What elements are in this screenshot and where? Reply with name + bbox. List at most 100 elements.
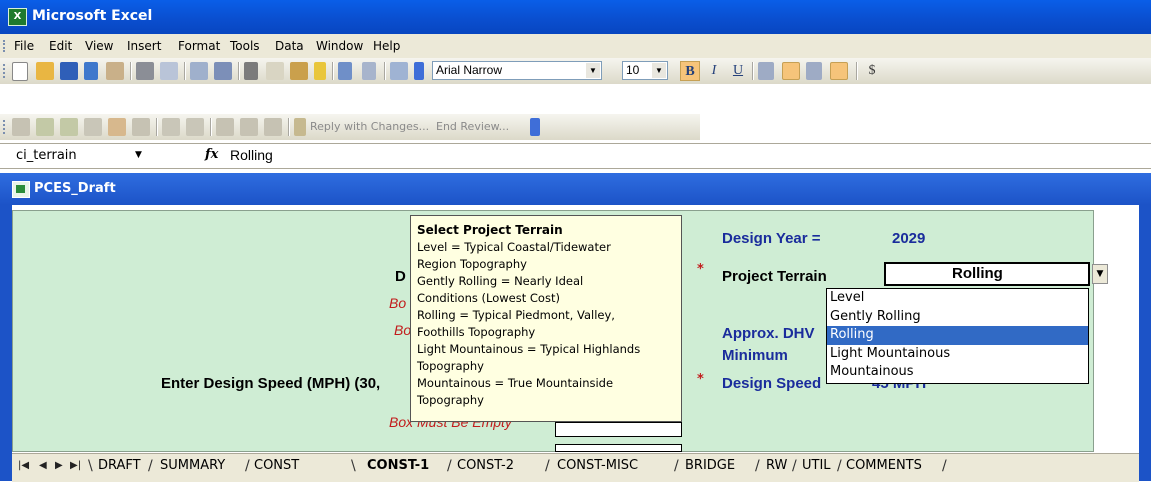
underline-button[interactable]: U [728,61,748,81]
new-icon[interactable] [12,62,28,81]
reviewing-pane-icon[interactable] [264,118,282,136]
font-size-box[interactable]: 10 ▼ [622,61,668,80]
reply-with-changes-button[interactable]: Reply with Changes... [310,120,429,133]
menu-insert[interactable]: Insert [127,39,161,53]
currency-button[interactable]: $ [862,61,882,81]
hyperlink-icon[interactable] [390,62,408,80]
terrain-comment: Select Project Terrain Level = Typical C… [410,215,682,422]
align-left-icon[interactable] [758,62,774,80]
show-all-comments-icon[interactable] [108,118,126,136]
toolbar-separator [332,62,334,80]
next-comment-icon[interactable] [60,118,78,136]
show-comment-icon[interactable] [84,118,102,136]
menu-format[interactable]: Format [178,39,220,53]
terrain-option-gently-rolling[interactable]: Gently Rolling [827,308,1088,327]
cut-icon[interactable] [244,62,258,80]
menu-view[interactable]: View [85,39,113,53]
toolbar-separator [238,62,240,80]
format-painter-icon[interactable] [314,62,326,80]
title-bar: X Microsoft Excel [0,0,1151,34]
tab-comments[interactable]: COMMENTS [846,458,922,473]
chevron-down-icon[interactable]: ▼ [652,63,666,78]
comment-line: Conditions (Lowest Cost) [417,291,560,305]
menu-help[interactable]: Help [373,39,400,53]
merge-center-icon[interactable] [830,62,848,80]
reply-icon[interactable] [294,118,306,136]
track-changes-icon[interactable] [162,118,180,136]
menu-edit[interactable]: Edit [49,39,72,53]
project-terrain-cell[interactable]: Rolling [884,262,1090,286]
research-icon[interactable] [214,62,232,80]
delete-comment-icon[interactable] [132,118,150,136]
toolbar-separator [156,118,158,136]
send-to-mail-icon[interactable] [216,118,234,136]
permission-icon[interactable] [84,62,98,80]
last-sheet-icon[interactable]: ▶| [70,460,81,471]
tab-util[interactable]: UTIL [802,458,831,473]
italic-button[interactable]: I [704,61,724,81]
first-sheet-icon[interactable]: |◀ [18,460,29,471]
input-cell[interactable] [555,422,682,437]
input-cell[interactable] [555,444,682,452]
font-name-box[interactable]: Arial Narrow ▼ [432,61,602,80]
tab-bridge[interactable]: BRIDGE [685,458,735,473]
name-box[interactable]: ci_terrain ▼ [4,146,154,165]
paste-icon[interactable] [290,62,308,80]
comment-line: Gently Rolling = Nearly Ideal [417,274,584,288]
standard-toolbar: Arial Narrow ▼ 10 ▼ B I U $ [0,58,1151,84]
tab-summary[interactable]: SUMMARY [160,458,225,473]
toolbar-options-icon[interactable] [414,62,424,80]
tab-const-1[interactable]: CONST-1 [367,458,429,473]
excel-icon: X [8,8,27,26]
toolbar-grip-icon [3,64,8,78]
tab-divider: / [755,458,760,474]
align-center-icon[interactable] [782,62,800,80]
tab-divider: / [674,458,679,474]
tab-const-misc[interactable]: CONST-MISC [557,458,638,473]
terrain-option-level[interactable]: Level [827,289,1088,308]
tab-divider: / [148,458,153,474]
terrain-option-light-mountainous[interactable]: Light Mountainous [827,345,1088,364]
previous-comment-icon[interactable] [36,118,54,136]
chevron-down-icon[interactable]: ▼ [586,63,600,78]
design-label-fragment: D [395,268,406,285]
redo-icon[interactable] [362,62,376,80]
formula-input[interactable]: Rolling [230,147,273,163]
prev-sheet-icon[interactable]: ◀ [39,460,47,471]
fx-icon[interactable]: fx [205,147,218,162]
next-sheet-icon[interactable]: ▶ [55,460,63,471]
new-comment-icon[interactable] [12,118,30,136]
sheet-tab-bar: |◀ ◀ ▶ ▶| \ DRAFT / SUMMARY / CONST \ CO… [12,453,1139,482]
print-icon[interactable] [136,62,154,80]
menu-data[interactable]: Data [275,39,304,53]
align-right-icon[interactable] [806,62,822,80]
chevron-down-icon[interactable]: ▼ [135,146,142,165]
comment-heading: Select Project Terrain [417,223,563,237]
menu-file[interactable]: File [14,39,34,53]
toolbar-separator [856,62,858,80]
design-year-label: Design Year = [722,230,821,247]
spelling-icon[interactable] [190,62,208,80]
menu-tools[interactable]: Tools [230,39,260,53]
toolbar-options-icon[interactable] [530,118,540,136]
terrain-dropdown-button[interactable]: ▼ [1092,264,1108,284]
terrain-option-mountainous[interactable]: Mountainous [827,363,1088,382]
end-review-button[interactable]: End Review... [436,120,509,133]
copy-icon[interactable] [266,62,284,80]
bold-button[interactable]: B [680,61,700,81]
terrain-option-rolling[interactable]: Rolling [827,326,1088,345]
design-year-value[interactable]: 2029 [892,230,925,247]
undo-icon[interactable] [338,62,352,80]
update-file-icon[interactable] [186,118,204,136]
print-preview-icon[interactable] [160,62,178,80]
save-icon[interactable] [60,62,78,80]
email-icon[interactable] [106,62,124,80]
menu-window[interactable]: Window [316,39,363,53]
tab-draft[interactable]: DRAFT [98,458,141,473]
open-icon[interactable] [36,62,54,80]
tab-rw[interactable]: RW [766,458,787,473]
tab-const[interactable]: CONST [254,458,299,473]
workbook-title-bar: PCES_Draft [0,173,1151,205]
tab-const-2[interactable]: CONST-2 [457,458,514,473]
ink-annotations-icon[interactable] [240,118,258,136]
